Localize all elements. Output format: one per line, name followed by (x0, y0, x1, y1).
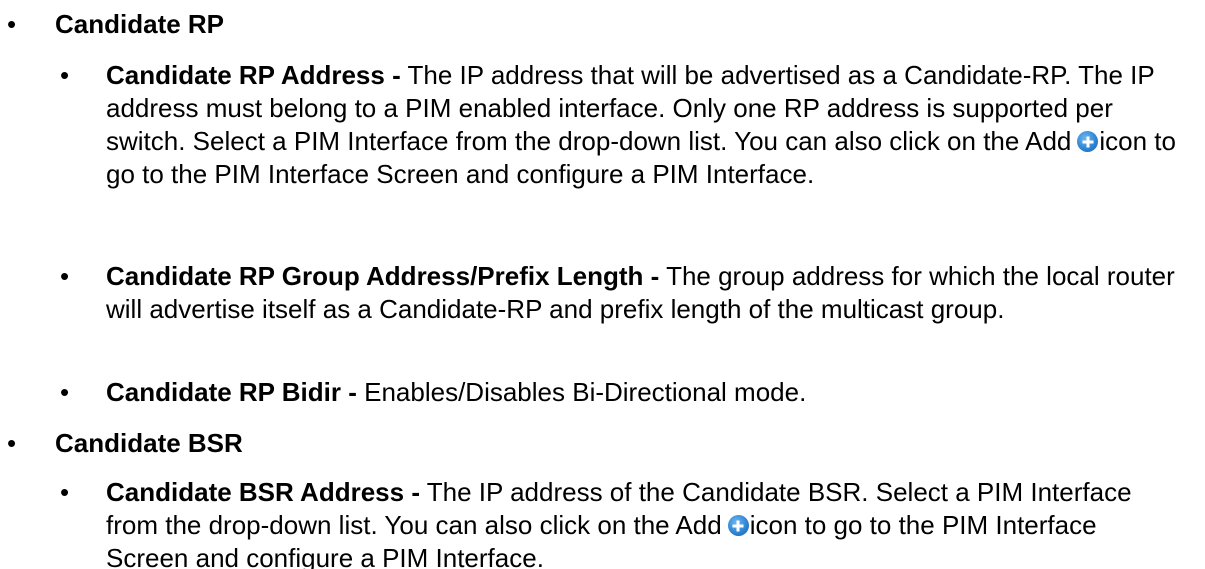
term-label: Candidate RP Group Address/Prefix Length… (106, 261, 660, 291)
bullet: • (60, 261, 70, 291)
list-item-candidate-bsr-address: • Candidate BSR Address - The IP address… (0, 476, 1205, 569)
list-item-candidate-rp-group: • Candidate RP Group Address/Prefix Leng… (0, 260, 1205, 326)
term-label: Candidate RP Bidir - (106, 377, 357, 407)
section-heading-label: Candidate RP (55, 9, 225, 39)
bullet: • (7, 9, 17, 39)
term-label: Candidate BSR Address - (106, 477, 420, 507)
term-label: Candidate RP Address - (106, 60, 401, 90)
bullet: • (60, 60, 70, 90)
list-item-candidate-rp-address: • Candidate RP Address - The IP address … (0, 59, 1205, 191)
help-document: • Candidate RP • Candidate RP Address - … (0, 0, 1205, 569)
bullet: • (60, 477, 70, 507)
list-item-candidate-rp-bidir: • Candidate RP Bidir - Enables/Disables … (0, 376, 1205, 409)
add-circle-icon (727, 515, 749, 536)
section-heading-candidate-rp: • Candidate RP (0, 8, 1205, 41)
add-circle-icon (1077, 131, 1099, 152)
section-heading-label: Candidate BSR (55, 428, 243, 458)
section-heading-candidate-bsr: • Candidate BSR (0, 427, 1205, 460)
bullet: • (7, 428, 17, 458)
bullet: • (60, 377, 70, 407)
term-description: Enables/Disables Bi-Directional mode. (356, 377, 807, 407)
